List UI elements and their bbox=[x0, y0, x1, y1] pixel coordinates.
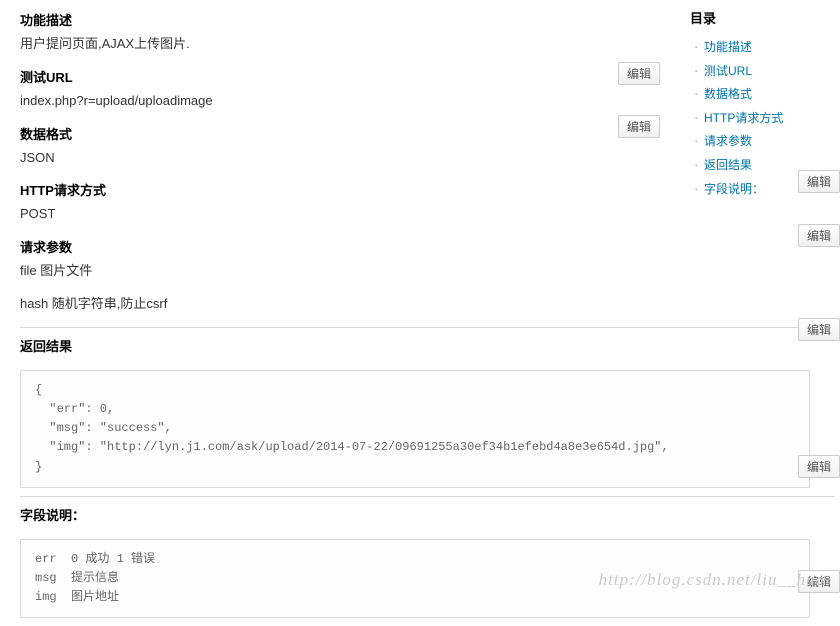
toc-link-result[interactable]: 返回结果 bbox=[704, 158, 752, 172]
edit-button[interactable]: 编辑 bbox=[798, 170, 840, 193]
toc-link-url[interactable]: 测试URL bbox=[704, 64, 752, 78]
section-body-url: index.php?r=upload/uploadimage bbox=[20, 91, 660, 112]
divider bbox=[20, 327, 835, 328]
edit-button[interactable]: 编辑 bbox=[618, 62, 660, 85]
edit-button[interactable]: 编辑 bbox=[798, 455, 840, 478]
toc-item[interactable]: 请求参数 bbox=[690, 129, 820, 153]
toc-item[interactable]: 测试URL bbox=[690, 59, 820, 83]
section-title-url: 测试URL bbox=[20, 67, 660, 86]
toc-link-format[interactable]: 数据格式 bbox=[704, 87, 752, 101]
edit-button[interactable]: 编辑 bbox=[798, 318, 840, 341]
section-title-fields: 字段说明： bbox=[20, 505, 660, 524]
toc-link-method[interactable]: HTTP请求方式 bbox=[704, 111, 783, 125]
code-result: { "err": 0, "msg": "success", "img": "ht… bbox=[20, 370, 810, 488]
section-body-method: POST bbox=[20, 204, 660, 225]
toc-title: 目录 bbox=[690, 8, 820, 27]
section-title-func: 功能描述 bbox=[20, 10, 660, 29]
edit-button[interactable]: 编辑 bbox=[618, 115, 660, 138]
toc-link-func[interactable]: 功能描述 bbox=[704, 40, 752, 54]
toc-item[interactable]: 功能描述 bbox=[690, 35, 820, 59]
toc-link-params[interactable]: 请求参数 bbox=[704, 134, 752, 148]
section-body-func: 用户提问页面,AJAX上传图片. bbox=[20, 34, 660, 55]
section-title-params: 请求参数 bbox=[20, 237, 660, 256]
section-body-format: JSON bbox=[20, 148, 660, 169]
section-title-method: HTTP请求方式 bbox=[20, 180, 660, 199]
section-body-params-2: hash 随机字符串,防止csrf bbox=[20, 294, 660, 315]
section-body-params-1: file 图片文件 bbox=[20, 261, 660, 282]
watermark: http://blog.csdn.net/liu__hua bbox=[599, 570, 825, 590]
toc-item[interactable]: HTTP请求方式 bbox=[690, 106, 820, 130]
toc-item[interactable]: 数据格式 bbox=[690, 82, 820, 106]
main-content: 功能描述 用户提问页面,AJAX上传图片. 测试URL index.php?r=… bbox=[20, 10, 660, 626]
toc-link-fields[interactable]: 字段说明： bbox=[704, 182, 764, 196]
divider bbox=[20, 496, 835, 497]
section-title-result: 返回结果 bbox=[20, 336, 660, 355]
edit-button[interactable]: 编辑 bbox=[798, 224, 840, 247]
section-title-format: 数据格式 bbox=[20, 124, 660, 143]
